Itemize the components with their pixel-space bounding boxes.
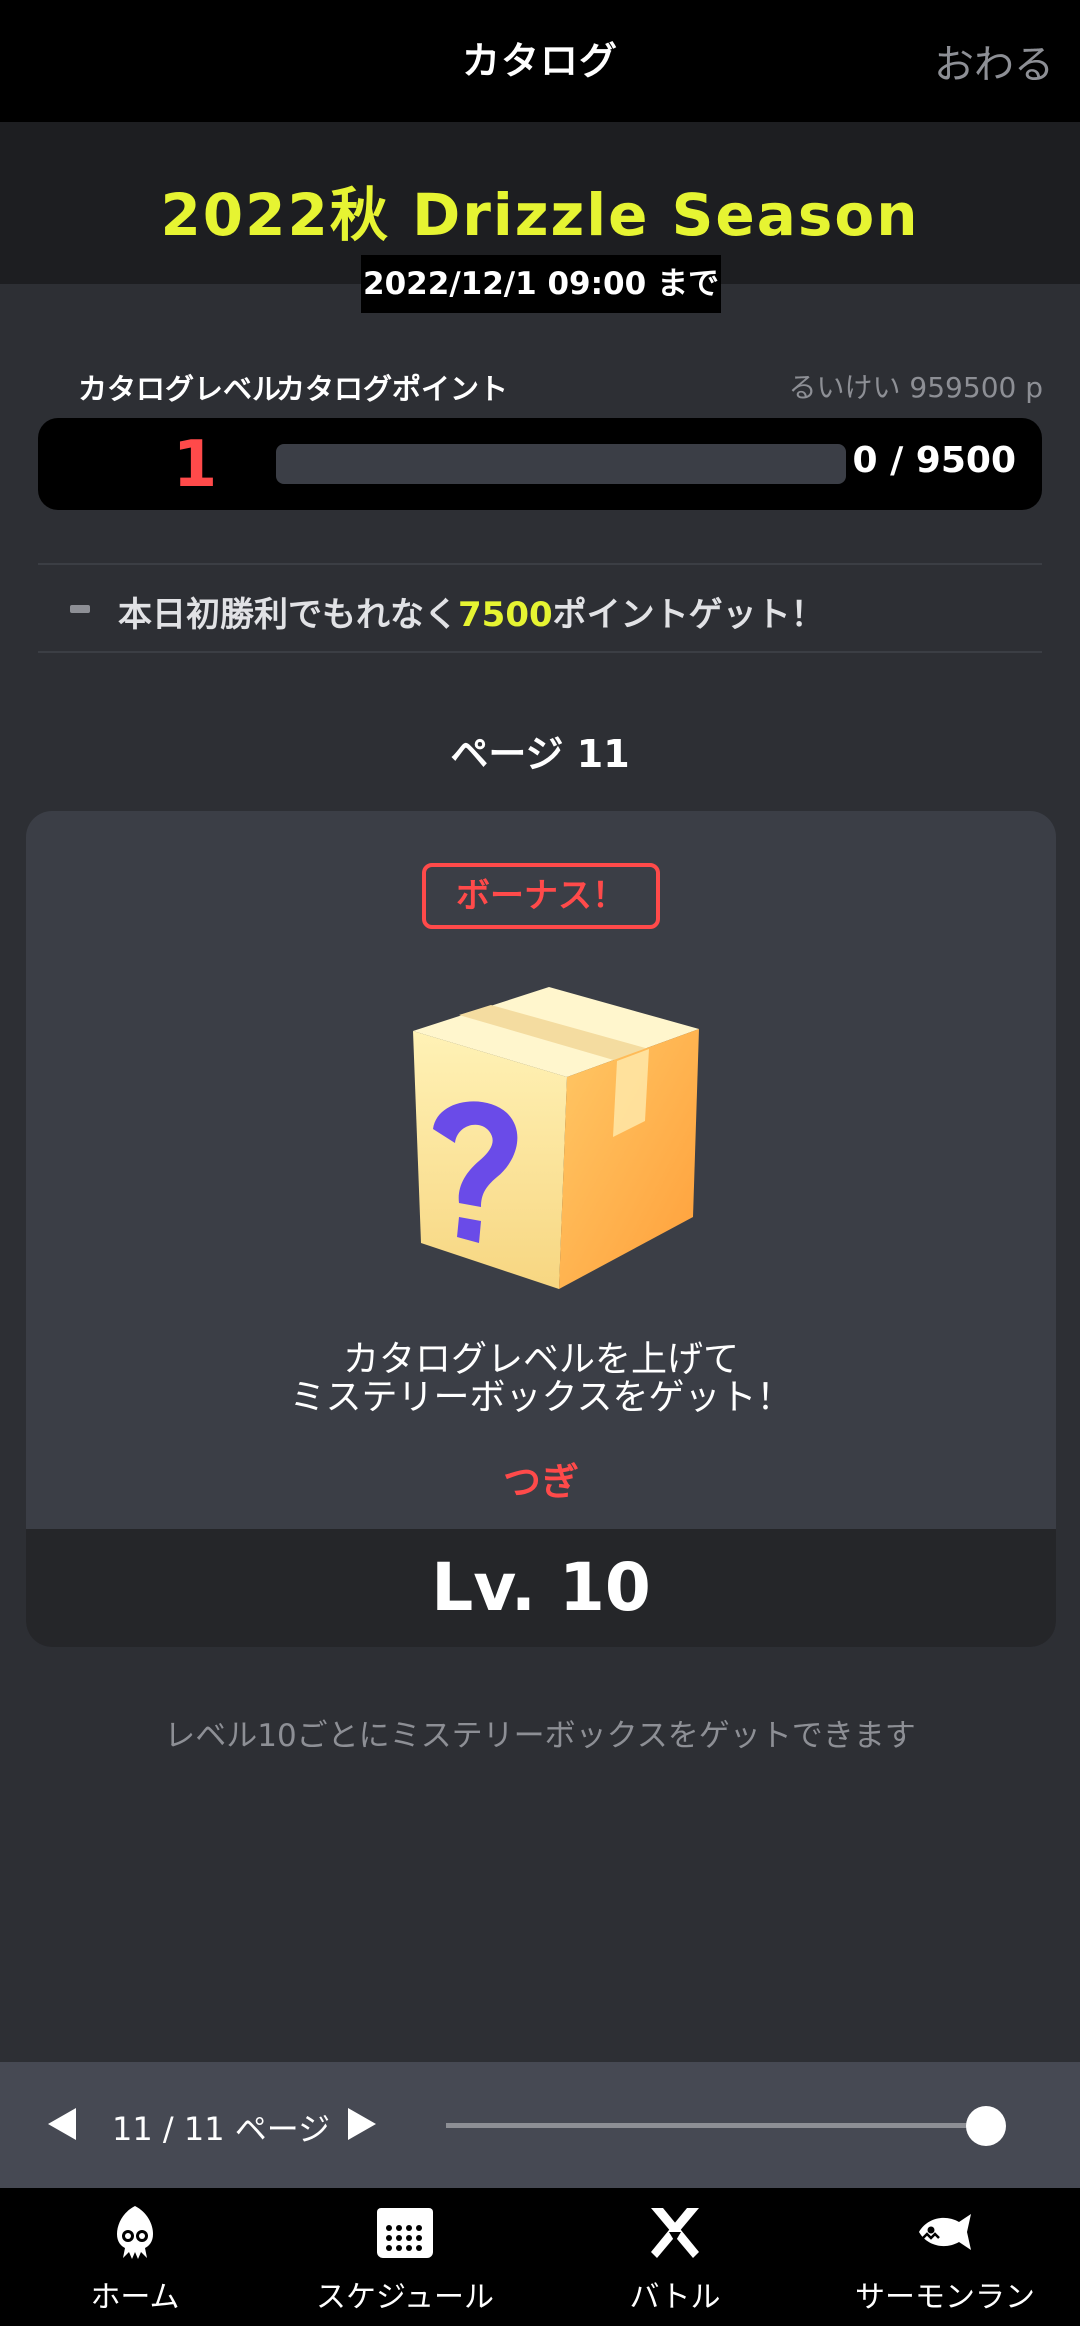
- daily-mission: 本日初勝利でもれなく7500ポイントゲット！: [38, 565, 1042, 651]
- previous-page-button[interactable]: [48, 2108, 76, 2140]
- divider: [38, 651, 1042, 653]
- page-title: カタログ: [461, 39, 618, 83]
- season-deadline: 2022/12/1 09:00 まで: [361, 255, 721, 313]
- page-slider-thumb[interactable]: [966, 2106, 1006, 2146]
- battle-icon: [651, 2208, 699, 2258]
- close-button[interactable]: おわる: [934, 32, 1054, 90]
- catalog-level-label: カタログレベル: [78, 372, 282, 406]
- nav-battle[interactable]: バトル: [540, 2188, 810, 2326]
- mystery-box-icon: [413, 987, 699, 1289]
- reward-level: Lv. 10: [26, 1529, 1056, 1647]
- points-value: 0 / 9500: [852, 440, 1016, 481]
- catalog-page: カタログ おわる 2022秋 Drizzle Season 2022/12/1 …: [0, 0, 1080, 2326]
- nav-label: バトル: [629, 2280, 721, 2315]
- reward-card[interactable]: ボーナス！ カタログレベルを上げて ミステリーボックスをゲット！ つぎ Lv. …: [26, 811, 1056, 1647]
- nav-label: スケジュール: [316, 2280, 494, 2315]
- next-page-button[interactable]: [348, 2108, 376, 2140]
- card-line-1: カタログレベルを上げて: [342, 1339, 739, 1380]
- mission-suffix: ポイントゲット！: [552, 595, 825, 635]
- top-bar: カタログ おわる: [0, 0, 1080, 122]
- salmon-icon: [919, 2214, 971, 2250]
- mission-text: 本日初勝利でもれなく7500ポイントゲット！: [118, 587, 825, 636]
- mission-prefix: 本日初勝利でもれなく: [118, 595, 458, 635]
- calendar-icon: [377, 2208, 433, 2258]
- mystery-box-note: レベル10ごとにミステリーボックスをゲットできます: [164, 1718, 916, 1754]
- points-progress-bar: [276, 444, 846, 484]
- page-slider-fill: [446, 2123, 1004, 2128]
- page-indicator: 11 / 11 ページ: [112, 2110, 331, 2148]
- card-line-2: ミステリーボックスをゲット！: [289, 1377, 793, 1418]
- nav-home[interactable]: ホーム: [0, 2188, 270, 2326]
- page-navigator: 11 / 11 ページ: [0, 2062, 1080, 2188]
- card-description: カタログレベルを上げて ミステリーボックスをゲット！: [26, 1341, 1056, 1417]
- nav-label: サーモンラン: [855, 2280, 1035, 2315]
- squid-icon: [117, 2206, 153, 2259]
- season-name: 2022秋 Drizzle Season: [160, 181, 920, 249]
- nav-label: ホーム: [90, 2280, 180, 2315]
- catalog-points-label: カタログポイント: [276, 372, 509, 406]
- nav-salmon-run[interactable]: サーモンラン: [810, 2188, 1080, 2326]
- bullet-icon: [70, 605, 90, 613]
- next-label: つぎ: [502, 1460, 579, 1504]
- catalog-page-number: ページ 11: [450, 732, 630, 776]
- mission-points: 7500: [458, 595, 553, 635]
- level-panel: 1 0 / 9500: [38, 418, 1042, 510]
- catalog-level-value: 1: [172, 428, 218, 502]
- page-slider-track[interactable]: [446, 2123, 1004, 2128]
- bottom-navigation: ホーム スケジュール バトル サーモンラン: [0, 2188, 1080, 2326]
- bonus-badge: ボーナス！: [422, 863, 660, 929]
- total-points: るいけい 959500 p: [788, 371, 1043, 404]
- nav-schedule[interactable]: スケジュール: [270, 2188, 540, 2326]
